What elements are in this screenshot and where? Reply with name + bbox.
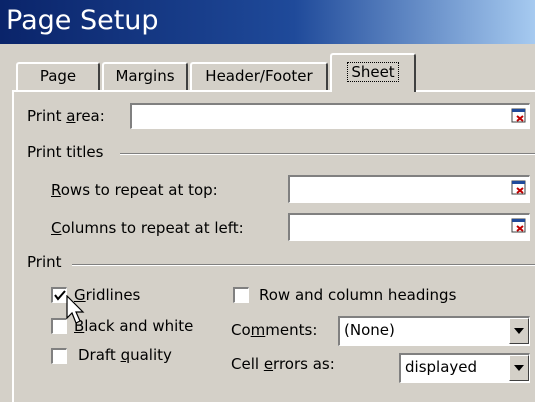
comments-value: (None) xyxy=(344,321,395,339)
black-white-label[interactable]: Black and white xyxy=(74,317,193,335)
chevron-down-icon xyxy=(514,365,524,371)
tab-page[interactable]: Page xyxy=(16,62,100,90)
tab-sheet-label: Sheet xyxy=(347,62,399,82)
print-titles-heading: Print titles xyxy=(27,143,104,161)
black-white-checkbox[interactable] xyxy=(51,318,67,334)
cell-errors-select[interactable]: displayed xyxy=(399,353,530,383)
window-title: Page Setup xyxy=(6,5,159,36)
comments-dropdown-button[interactable] xyxy=(509,318,529,344)
tab-margins-label: Margins xyxy=(115,67,175,85)
checkmark-icon xyxy=(54,290,66,301)
cell-errors-value: displayed xyxy=(405,358,478,376)
row-col-headings-label[interactable]: Row and column headings xyxy=(259,286,456,304)
comments-select[interactable]: (None) xyxy=(338,316,530,346)
rows-repeat-label: Rows to repeat at top: xyxy=(51,181,218,199)
tab-strip: Page Margins Header/Footer Sheet xyxy=(0,50,535,94)
tab-sheet[interactable]: Sheet xyxy=(330,53,416,92)
chevron-down-icon xyxy=(514,328,524,334)
draft-quality-checkbox[interactable] xyxy=(51,348,67,364)
title-bar: Page Setup xyxy=(0,0,535,44)
rows-repeat-input[interactable] xyxy=(288,175,530,203)
draft-quality-label[interactable]: Draft quality xyxy=(78,346,172,364)
print-titles-divider xyxy=(120,153,535,155)
tab-header-footer[interactable]: Header/Footer xyxy=(190,62,328,90)
gridlines-checkbox[interactable] xyxy=(51,287,67,303)
collapse-dialog-icon[interactable] xyxy=(511,179,527,197)
columns-repeat-input[interactable] xyxy=(288,213,530,241)
row-col-headings-checkbox[interactable] xyxy=(233,287,249,303)
print-heading: Print xyxy=(27,253,62,271)
print-divider xyxy=(72,264,535,266)
comments-label: Comments: xyxy=(231,321,318,339)
collapse-dialog-icon[interactable] xyxy=(511,217,527,235)
tab-margins[interactable]: Margins xyxy=(102,62,188,90)
cell-errors-label: Cell errors as: xyxy=(231,355,335,373)
collapse-dialog-icon[interactable] xyxy=(511,107,527,125)
columns-repeat-label: Columns to repeat at left: xyxy=(51,219,244,237)
mouse-pointer-icon xyxy=(66,295,85,324)
cell-errors-dropdown-button[interactable] xyxy=(509,355,529,381)
print-area-input[interactable] xyxy=(130,103,530,129)
tab-header-footer-label: Header/Footer xyxy=(205,67,313,85)
tab-page-label: Page xyxy=(39,67,77,85)
print-area-label: Print area: xyxy=(27,107,105,125)
